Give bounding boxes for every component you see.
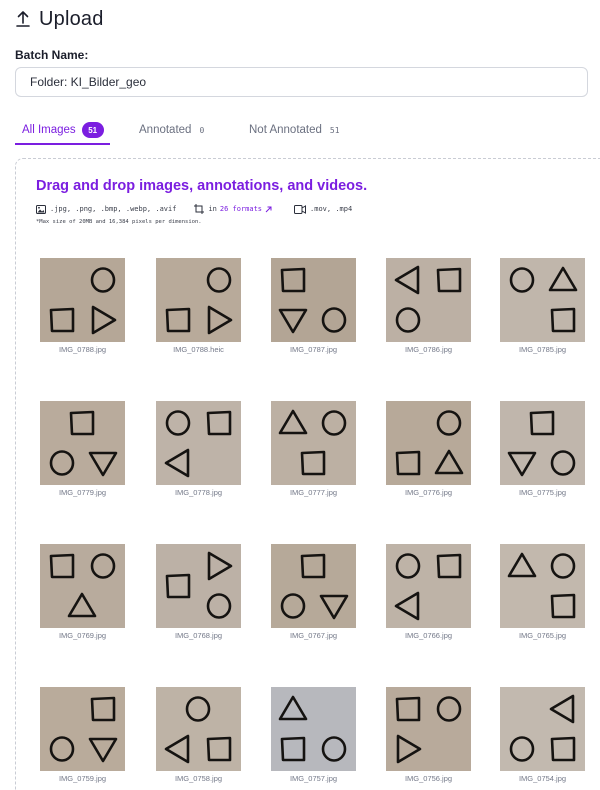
- image-thumbnail[interactable]: [271, 687, 356, 771]
- image-filename: IMG_0765.jpg: [518, 631, 567, 640]
- image-thumbnail[interactable]: [40, 401, 125, 485]
- video-formats-text: .mov, .mp4: [310, 205, 353, 213]
- image-formats-group: .jpg, .png, .bmp, .webp, .avif: [36, 204, 177, 214]
- image-tile[interactable]: IMG_0776.jpg: [386, 401, 471, 497]
- image-filename: IMG_0778.jpg: [174, 488, 223, 497]
- image-filename: IMG_0785.jpg: [518, 345, 567, 354]
- image-filename: IMG_0777.jpg: [289, 488, 338, 497]
- annotation-formats-group: in 26 formats: [194, 204, 276, 214]
- image-filename: IMG_0779.jpg: [58, 488, 107, 497]
- image-tile[interactable]: IMG_0785.jpg: [500, 258, 585, 354]
- image-thumbnail[interactable]: [386, 687, 471, 771]
- tab-not-annotated[interactable]: Not Annotated 51: [249, 116, 340, 144]
- dropzone-title: Drag and drop images, annotations, and v…: [36, 178, 368, 194]
- image-tile[interactable]: IMG_0767.jpg: [271, 544, 356, 640]
- image-filename: IMG_0767.jpg: [289, 631, 338, 640]
- video-icon: [294, 204, 307, 214]
- image-thumbnail[interactable]: [386, 258, 471, 342]
- image-thumbnail[interactable]: [40, 544, 125, 628]
- tab-not-annotated-count: 51: [329, 125, 340, 135]
- image-filename: IMG_0788.jpg: [58, 345, 107, 354]
- external-link-icon[interactable]: [265, 206, 272, 213]
- tab-all-images-count-badge: 51: [81, 122, 104, 138]
- tab-all-images[interactable]: All Images 51: [22, 116, 104, 144]
- image-filename: IMG_0766.jpg: [404, 631, 453, 640]
- tab-not-annotated-label: Not Annotated: [249, 124, 322, 136]
- batch-name-input[interactable]: Folder: KI_Bilder_geo: [15, 67, 588, 97]
- image-thumbnail[interactable]: [271, 258, 356, 342]
- image-thumbnail[interactable]: [271, 544, 356, 628]
- image-filename: IMG_0786.jpg: [404, 345, 453, 354]
- image-tile[interactable]: IMG_0754.jpg: [500, 687, 585, 783]
- supported-formats: .jpg, .png, .bmp, .webp, .avif in 26 for…: [36, 202, 370, 216]
- page-header: Upload: [15, 6, 104, 32]
- image-tile[interactable]: IMG_0777.jpg: [271, 401, 356, 497]
- image-filename: IMG_0756.jpg: [404, 774, 453, 783]
- image-thumbnail[interactable]: [40, 258, 125, 342]
- tab-annotated[interactable]: Annotated 0: [139, 116, 204, 144]
- image-thumbnail[interactable]: [156, 687, 241, 771]
- image-filename: IMG_0759.jpg: [58, 774, 107, 783]
- image-tile[interactable]: IMG_0759.jpg: [40, 687, 125, 783]
- crop-icon: [194, 204, 205, 214]
- tab-all-images-label: All Images: [22, 124, 76, 136]
- batch-name-label: Batch Name:: [15, 48, 89, 62]
- image-thumbnail[interactable]: [500, 687, 585, 771]
- image-tile[interactable]: IMG_0769.jpg: [40, 544, 125, 640]
- image-tile[interactable]: IMG_0756.jpg: [386, 687, 471, 783]
- image-tile[interactable]: IMG_0775.jpg: [500, 401, 585, 497]
- video-formats-group: .mov, .mp4: [294, 204, 353, 214]
- tab-annotated-count: 0: [199, 125, 205, 135]
- image-thumbnail[interactable]: [156, 401, 241, 485]
- image-thumbnail[interactable]: [500, 544, 585, 628]
- image-formats-text: .jpg, .png, .bmp, .webp, .avif: [50, 205, 177, 213]
- tab-annotated-label: Annotated: [139, 124, 192, 136]
- image-filename: IMG_0754.jpg: [518, 774, 567, 783]
- upload-icon: [15, 10, 31, 28]
- batch-name-value: Folder: KI_Bilder_geo: [30, 75, 147, 89]
- upload-size-note: *Max size of 20MB and 16,384 pixels per …: [36, 219, 202, 225]
- image-icon: [36, 204, 46, 214]
- annotation-formats-link[interactable]: 26 formats: [220, 205, 262, 213]
- image-thumbnail[interactable]: [271, 401, 356, 485]
- image-tile[interactable]: IMG_0788.jpg: [40, 258, 125, 354]
- image-tile[interactable]: IMG_0787.jpg: [271, 258, 356, 354]
- image-tile[interactable]: IMG_0758.jpg: [156, 687, 241, 783]
- image-filename: IMG_0768.jpg: [174, 631, 223, 640]
- image-filter-tabs: All Images 51 Annotated 0 Not Annotated …: [15, 116, 600, 145]
- image-filename: IMG_0757.jpg: [289, 774, 338, 783]
- image-tile[interactable]: IMG_0768.jpg: [156, 544, 241, 640]
- image-tile[interactable]: IMG_0788.heic: [156, 258, 241, 354]
- image-tile[interactable]: IMG_0765.jpg: [500, 544, 585, 640]
- image-tile[interactable]: IMG_0757.jpg: [271, 687, 356, 783]
- image-tile[interactable]: IMG_0766.jpg: [386, 544, 471, 640]
- image-filename: IMG_0788.heic: [173, 345, 224, 354]
- image-thumbnail[interactable]: [40, 687, 125, 771]
- image-filename: IMG_0775.jpg: [518, 488, 567, 497]
- image-filename: IMG_0769.jpg: [58, 631, 107, 640]
- image-filename: IMG_0758.jpg: [174, 774, 223, 783]
- image-tile[interactable]: IMG_0778.jpg: [156, 401, 241, 497]
- annotation-formats-prefix: in: [208, 205, 217, 213]
- image-thumbnail[interactable]: [386, 401, 471, 485]
- image-thumbnail[interactable]: [386, 544, 471, 628]
- image-thumbnail[interactable]: [156, 544, 241, 628]
- image-tile[interactable]: IMG_0786.jpg: [386, 258, 471, 354]
- image-thumbnail[interactable]: [500, 258, 585, 342]
- image-filename: IMG_0776.jpg: [404, 488, 453, 497]
- image-thumbnail[interactable]: [500, 401, 585, 485]
- page-title: Upload: [39, 7, 104, 30]
- image-tile[interactable]: IMG_0779.jpg: [40, 401, 125, 497]
- image-filename: IMG_0787.jpg: [289, 345, 338, 354]
- active-tab-indicator: [15, 143, 110, 145]
- image-thumbnail[interactable]: [156, 258, 241, 342]
